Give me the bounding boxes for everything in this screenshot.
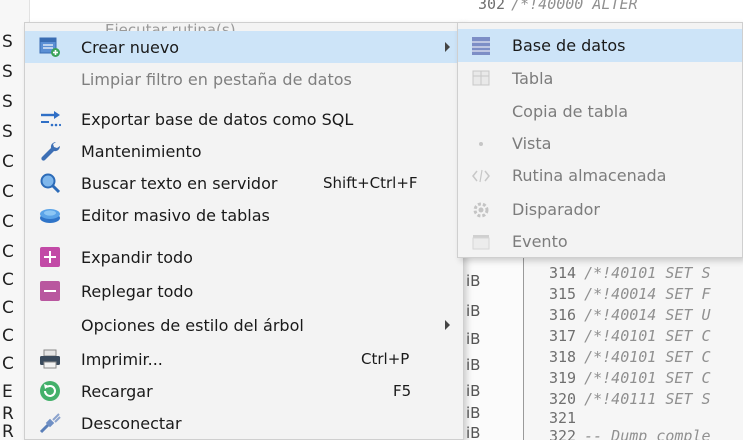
disconnect-icon	[39, 412, 61, 434]
tree-item-letter[interactable]: S	[2, 92, 13, 112]
sql-line: 314/*!40101 SET S	[549, 264, 711, 282]
sql-line: 317/*!40101 SET C	[549, 327, 711, 345]
routine-icon	[470, 165, 492, 187]
printer-icon	[39, 348, 61, 370]
submenu-item-label: Base de datos	[512, 36, 626, 55]
sql-line: 315/*!40014 SET F	[549, 285, 711, 303]
tree-item-letter[interactable]: C	[2, 354, 14, 374]
sql-line: 321	[549, 409, 577, 427]
menu-item-search-server[interactable]: Buscar texto en servidor Shift+Ctrl+F	[25, 167, 463, 199]
tree-item-letter[interactable]: R	[2, 404, 14, 424]
submenu-item-label: Rutina almacenada	[512, 166, 667, 185]
menu-item-label: Expandir todo	[81, 247, 193, 267]
tree-item-letter[interactable]: C	[2, 326, 14, 346]
search-icon	[39, 172, 61, 194]
menu-item-label: Editor masivo de tablas	[81, 205, 270, 225]
menu-item-label: Crear nuevo	[81, 37, 180, 57]
tree-item-letter[interactable]: C	[2, 242, 14, 262]
reload-icon	[39, 380, 61, 402]
menu-item-create-new[interactable]: Crear nuevo	[25, 31, 463, 63]
size-unit: iB	[466, 272, 481, 290]
shortcut-label: F5	[393, 382, 412, 400]
table-icon	[470, 68, 492, 90]
submenu-item-view[interactable]: Vista	[458, 127, 742, 160]
size-unit: iB	[466, 356, 481, 374]
menu-item-collapse-all[interactable]: Replegar todo	[25, 275, 463, 307]
sql-line: 318/*!40101 SET C	[549, 348, 711, 366]
submenu-item-stored-routine[interactable]: Rutina almacenada	[458, 159, 742, 192]
submenu-item-label: Evento	[512, 232, 568, 251]
sql-line: 319/*!40101 SET C	[549, 369, 711, 387]
submenu-item-label: Disparador	[512, 200, 600, 219]
database-icon	[470, 35, 492, 57]
menu-item-bulk-table-editor[interactable]: Editor masivo de tablas	[25, 199, 463, 231]
menu-item-disconnect[interactable]: Desconectar	[25, 407, 463, 439]
submenu-arrow-icon	[445, 42, 450, 52]
menu-item-label: Exportar base de datos como SQL	[81, 109, 354, 129]
context-menu: Ejecutar rutina(s) ... Crear nuevo Limpi…	[24, 22, 464, 440]
tree-item-letter[interactable]: R	[2, 422, 14, 440]
submenu-item-label: Tabla	[512, 69, 554, 88]
create-new-icon	[39, 36, 61, 58]
menu-item-tree-style-options[interactable]: Opciones de estilo del árbol	[25, 309, 463, 341]
submenu-item-table[interactable]: Tabla	[458, 62, 742, 95]
tree-item-letter[interactable]: C	[2, 152, 14, 172]
tree-item-letter[interactable]: E	[2, 382, 13, 402]
collapse-icon	[39, 280, 61, 302]
menu-item-label: Desconectar	[81, 413, 182, 433]
menu-item-maintenance[interactable]: Mantenimiento	[25, 135, 463, 167]
menu-item-label: Replegar todo	[81, 281, 194, 301]
sql-line: 302/*!40000 ALTER	[478, 0, 638, 13]
view-icon	[470, 133, 492, 155]
shortcut-label: Shift+Ctrl+F	[323, 174, 418, 192]
shortcut-label: Ctrl+P	[361, 350, 410, 368]
export-sql-icon	[39, 108, 61, 130]
tree-item-letter[interactable]: S	[2, 122, 13, 142]
tree-item-letter[interactable]: S	[2, 32, 13, 52]
tree-item-letter[interactable]: S	[2, 62, 13, 82]
table-copy-icon	[470, 101, 492, 123]
wrench-icon	[39, 140, 61, 162]
create-new-submenu: Base de datos Tabla Copia de tabla Vista	[457, 22, 743, 258]
size-unit: iB	[466, 330, 481, 348]
menu-item-expand-all[interactable]: Expandir todo	[25, 241, 463, 273]
submenu-item-label: Vista	[512, 134, 552, 153]
menu-item-label: Recargar	[81, 381, 153, 401]
expand-icon	[39, 246, 61, 268]
size-unit: iB	[466, 424, 481, 440]
submenu-item-trigger[interactable]: Disparador	[458, 193, 742, 226]
menu-item-label: Mantenimiento	[81, 141, 202, 161]
submenu-item-database[interactable]: Base de datos	[458, 29, 742, 62]
tree-item-letter[interactable]: C	[2, 182, 14, 202]
submenu-item-label: Copia de tabla	[512, 102, 629, 121]
submenu-item-table-copy[interactable]: Copia de tabla	[458, 95, 742, 128]
table-editor-icon	[39, 204, 61, 226]
event-icon	[470, 231, 492, 253]
menu-item-label: Limpiar filtro en pestaña de datos	[81, 69, 352, 89]
submenu-item-event[interactable]: Evento	[458, 225, 742, 258]
sql-line: 322 -- Dump comple	[549, 427, 711, 440]
size-unit: iB	[466, 302, 481, 320]
submenu-arrow-icon	[445, 320, 450, 330]
size-unit: iB	[466, 382, 481, 400]
size-unit: iB	[466, 404, 481, 422]
tree-item-letter[interactable]: C	[2, 270, 14, 290]
menu-item-label: Opciones de estilo del árbol	[81, 315, 304, 335]
menu-item-label: Imprimir...	[81, 349, 163, 369]
trigger-icon	[470, 199, 492, 221]
menu-item-print[interactable]: Imprimir... Ctrl+P	[25, 343, 463, 375]
tree-item-letter[interactable]: C	[2, 298, 14, 318]
sql-line: 320/*!40111 SET S	[549, 390, 711, 408]
menu-item-label: Buscar texto en servidor	[81, 173, 278, 193]
tree-item-letter[interactable]: C	[2, 212, 14, 232]
menu-item-clear-filter[interactable]: Limpiar filtro en pestaña de datos	[25, 63, 463, 95]
menu-item-export-sql[interactable]: Exportar base de datos como SQL	[25, 103, 463, 135]
menu-item-reload[interactable]: Recargar F5	[25, 375, 463, 407]
sql-line: 316/*!40014 SET U	[549, 306, 711, 324]
